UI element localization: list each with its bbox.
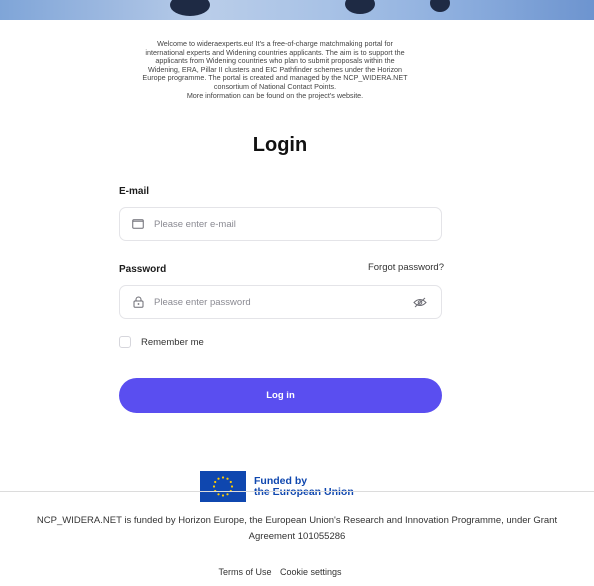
eu-star bbox=[226, 477, 229, 480]
intro-line: More information can be found on the pro… bbox=[186, 90, 364, 100]
eu-star bbox=[226, 493, 229, 496]
email-label: E-mail bbox=[119, 186, 150, 197]
remember-me-label: Remember me bbox=[141, 336, 204, 348]
terms-of-use-link[interactable]: Terms of Use bbox=[218, 567, 271, 577]
password-label: Password bbox=[119, 264, 167, 275]
funded-by-text: Funded by bbox=[254, 474, 308, 487]
lock-icon bbox=[132, 296, 144, 308]
eu-star bbox=[230, 485, 234, 488]
eu-star bbox=[217, 493, 220, 496]
eu-star bbox=[217, 477, 220, 480]
european-union-text: the European Union bbox=[254, 485, 354, 498]
password-field[interactable]: Please enter password bbox=[119, 285, 442, 319]
funding-statement-line: NCP_WIDERA.NET is funded by Horizon Euro… bbox=[36, 515, 558, 526]
email-input[interactable]: Please enter e-mail bbox=[154, 219, 441, 230]
eu-star bbox=[221, 476, 225, 479]
intro-text: Welcome to wideraexperts.eu! It's a free… bbox=[90, 39, 460, 100]
eu-flag-icon bbox=[200, 471, 246, 502]
envelope-icon bbox=[132, 218, 144, 230]
email-field[interactable]: Please enter e-mail bbox=[119, 207, 442, 241]
eu-star bbox=[221, 494, 225, 497]
footer-links: Terms of Use Cookie settings bbox=[0, 567, 560, 577]
password-input[interactable]: Please enter password bbox=[154, 297, 413, 308]
funding-statement: NCP_WIDERA.NET is funded by Horizon Euro… bbox=[0, 513, 594, 545]
funding-statement-line: Agreement 101055286 bbox=[248, 531, 346, 542]
remember-me-checkbox[interactable]: Remember me bbox=[119, 336, 204, 348]
eu-star bbox=[214, 480, 217, 484]
hero-banner-image bbox=[0, 0, 594, 20]
eu-star bbox=[229, 480, 232, 484]
forgot-password-link[interactable]: Forgot password? bbox=[368, 262, 444, 273]
checkbox-box[interactable] bbox=[119, 336, 131, 348]
eye-off-icon[interactable] bbox=[413, 296, 427, 308]
eu-star bbox=[212, 485, 216, 488]
footer-divider bbox=[0, 491, 594, 492]
page-title: Login bbox=[252, 134, 308, 156]
login-button[interactable]: Log in bbox=[119, 378, 442, 413]
cookie-settings-link[interactable]: Cookie settings bbox=[280, 567, 342, 577]
funded-by-eu-badge: Funded by the European Union bbox=[200, 471, 354, 502]
